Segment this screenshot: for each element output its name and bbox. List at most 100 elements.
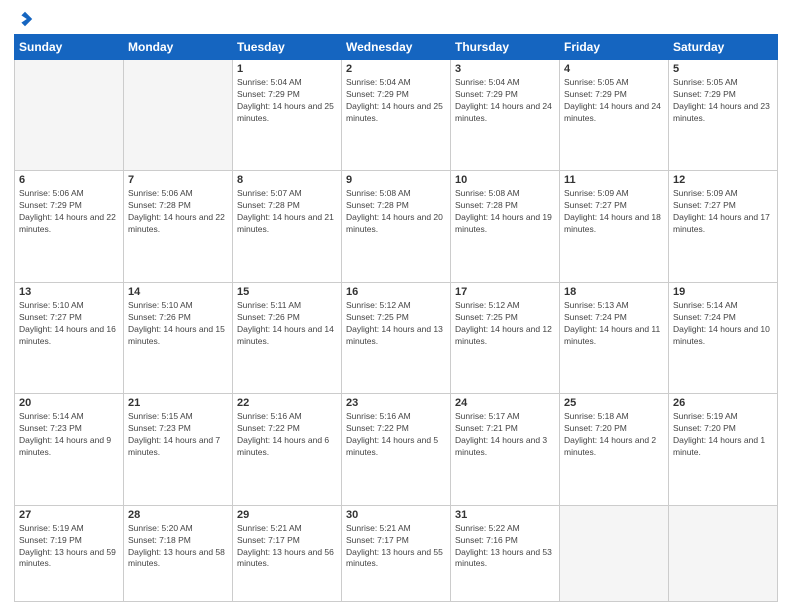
day-number: 25 xyxy=(564,397,664,409)
day-info: Sunrise: 5:22 AM Sunset: 7:16 PM Dayligh… xyxy=(455,523,555,571)
day-number: 24 xyxy=(455,397,555,409)
calendar-day: 4 Sunrise: 5:05 AM Sunset: 7:29 PM Daylig… xyxy=(560,60,669,171)
week-row: 13 Sunrise: 5:10 AM Sunset: 7:27 PM Dayli… xyxy=(15,282,778,393)
day-number: 29 xyxy=(237,509,337,521)
weekday-header: Saturday xyxy=(669,35,778,60)
calendar-day: 28Sunrise: 5:20 AM Sunset: 7:18 PM Dayli… xyxy=(124,505,233,601)
calendar-empty xyxy=(15,60,124,171)
day-number: 12 xyxy=(673,174,773,186)
day-number: 7 xyxy=(128,174,228,186)
calendar-day: 14 Sunrise: 5:10 AM Sunset: 7:26 PM Dayli… xyxy=(124,282,233,393)
day-number: 9 xyxy=(346,174,446,186)
day-info: Sunrise: 5:16 AM Sunset: 7:22 PM Dayligh… xyxy=(237,411,337,459)
day-number: 21 xyxy=(128,397,228,409)
day-info: Sunrise: 5:09 AM Sunset: 7:27 PM Dayligh… xyxy=(564,188,664,236)
calendar-day: 29Sunrise: 5:21 AM Sunset: 7:17 PM Dayli… xyxy=(233,505,342,601)
day-info: Sunrise: 5:06 AM Sunset: 7:28 PM Dayligh… xyxy=(128,188,228,236)
day-number: 10 xyxy=(455,174,555,186)
weekday-header: Friday xyxy=(560,35,669,60)
day-info: Sunrise: 5:08 AM Sunset: 7:28 PM Dayligh… xyxy=(455,188,555,236)
calendar-day: 27 Sunrise: 5:19 AM Sunset: 7:19 PM Dayli… xyxy=(15,505,124,601)
day-number: 19 xyxy=(673,286,773,298)
day-info: Sunrise: 5:17 AM Sunset: 7:21 PM Dayligh… xyxy=(455,411,555,459)
day-number: 17 xyxy=(455,286,555,298)
calendar-day: 9 Sunrise: 5:08 AM Sunset: 7:28 PM Daylig… xyxy=(342,171,451,282)
week-row: 27 Sunrise: 5:19 AM Sunset: 7:19 PM Dayli… xyxy=(15,505,778,601)
calendar-day: 21Sunrise: 5:15 AM Sunset: 7:23 PM Dayli… xyxy=(124,394,233,505)
calendar-day: 1Sunrise: 5:04 AM Sunset: 7:29 PM Daylig… xyxy=(233,60,342,171)
calendar-day: 10 Sunrise: 5:08 AM Sunset: 7:28 PM Dayli… xyxy=(451,171,560,282)
day-info: Sunrise: 5:05 AM Sunset: 7:29 PM Dayligh… xyxy=(673,77,773,125)
logo xyxy=(14,10,34,28)
calendar-day: 13 Sunrise: 5:10 AM Sunset: 7:27 PM Dayli… xyxy=(15,282,124,393)
calendar-day: 31 Sunrise: 5:22 AM Sunset: 7:16 PM Dayli… xyxy=(451,505,560,601)
week-row: 20Sunrise: 5:14 AM Sunset: 7:23 PM Dayli… xyxy=(15,394,778,505)
day-info: Sunrise: 5:11 AM Sunset: 7:26 PM Dayligh… xyxy=(237,300,337,348)
weekday-header: Thursday xyxy=(451,35,560,60)
calendar-day: 24 Sunrise: 5:17 AM Sunset: 7:21 PM Dayli… xyxy=(451,394,560,505)
day-number: 5 xyxy=(673,63,773,75)
calendar-day: 19 Sunrise: 5:14 AM Sunset: 7:24 PM Dayli… xyxy=(669,282,778,393)
day-number: 13 xyxy=(19,286,119,298)
calendar-day: 20Sunrise: 5:14 AM Sunset: 7:23 PM Dayli… xyxy=(15,394,124,505)
day-number: 6 xyxy=(19,174,119,186)
calendar-day: 30 Sunrise: 5:21 AM Sunset: 7:17 PM Dayli… xyxy=(342,505,451,601)
header xyxy=(14,10,778,28)
day-info: Sunrise: 5:10 AM Sunset: 7:26 PM Dayligh… xyxy=(128,300,228,348)
day-number: 2 xyxy=(346,63,446,75)
day-info: Sunrise: 5:16 AM Sunset: 7:22 PM Dayligh… xyxy=(346,411,446,459)
calendar-day: 26Sunrise: 5:19 AM Sunset: 7:20 PM Dayli… xyxy=(669,394,778,505)
calendar-day: 23Sunrise: 5:16 AM Sunset: 7:22 PM Dayli… xyxy=(342,394,451,505)
day-number: 11 xyxy=(564,174,664,186)
weekday-header: Sunday xyxy=(15,35,124,60)
week-row: 1 Sunrise: 5:04 AM Sunset: 7:29 PM Daylig… xyxy=(15,60,778,171)
day-info: Sunrise: 5:18 AM Sunset: 7:20 PM Dayligh… xyxy=(564,411,664,459)
calendar-day: 5 Sunrise: 5:05 AM Sunset: 7:29 PM Daylig… xyxy=(669,60,778,171)
page: SundayMondayTuesdayWednesdayThursdayFrid… xyxy=(0,0,792,612)
day-info: Sunrise: 5:05 AM Sunset: 7:29 PM Dayligh… xyxy=(564,77,664,125)
calendar-table: SundayMondayTuesdayWednesdayThursdayFrid… xyxy=(14,34,778,602)
day-info: Sunrise: 5:04 AM Sunset: 7:29 PM Dayligh… xyxy=(455,77,555,125)
day-number: 8 xyxy=(237,174,337,186)
day-info: Sunrise: 5:19 AM Sunset: 7:20 PM Dayligh… xyxy=(673,411,773,459)
day-number: 4 xyxy=(564,63,664,75)
day-number: 31 xyxy=(455,509,555,521)
calendar-empty xyxy=(124,60,233,171)
week-row: 6 Sunrise: 5:06 AM Sunset: 7:29 PM Daylig… xyxy=(15,171,778,282)
day-number: 3 xyxy=(455,63,555,75)
weekday-header: Wednesday xyxy=(342,35,451,60)
calendar-day: 25 Sunrise: 5:18 AM Sunset: 7:20 PM Dayli… xyxy=(560,394,669,505)
calendar-empty xyxy=(560,505,669,601)
day-number: 16 xyxy=(346,286,446,298)
day-info: Sunrise: 5:13 AM Sunset: 7:24 PM Dayligh… xyxy=(564,300,664,348)
day-number: 22 xyxy=(237,397,337,409)
calendar-day: 17 Sunrise: 5:12 AM Sunset: 7:25 PM Dayli… xyxy=(451,282,560,393)
day-info: Sunrise: 5:08 AM Sunset: 7:28 PM Dayligh… xyxy=(346,188,446,236)
day-info: Sunrise: 5:06 AM Sunset: 7:29 PM Dayligh… xyxy=(19,188,119,236)
day-info: Sunrise: 5:19 AM Sunset: 7:19 PM Dayligh… xyxy=(19,523,119,571)
calendar-day: 3 Sunrise: 5:04 AM Sunset: 7:29 PM Daylig… xyxy=(451,60,560,171)
day-number: 27 xyxy=(19,509,119,521)
calendar-day: 7 Sunrise: 5:06 AM Sunset: 7:28 PM Daylig… xyxy=(124,171,233,282)
calendar-day: 12 Sunrise: 5:09 AM Sunset: 7:27 PM Dayli… xyxy=(669,171,778,282)
day-info: Sunrise: 5:09 AM Sunset: 7:27 PM Dayligh… xyxy=(673,188,773,236)
day-number: 14 xyxy=(128,286,228,298)
calendar-day: 16Sunrise: 5:12 AM Sunset: 7:25 PM Dayli… xyxy=(342,282,451,393)
calendar-empty xyxy=(669,505,778,601)
calendar-day: 2Sunrise: 5:04 AM Sunset: 7:29 PM Daylig… xyxy=(342,60,451,171)
calendar-day: 8Sunrise: 5:07 AM Sunset: 7:28 PM Daylig… xyxy=(233,171,342,282)
day-info: Sunrise: 5:10 AM Sunset: 7:27 PM Dayligh… xyxy=(19,300,119,348)
day-number: 18 xyxy=(564,286,664,298)
day-number: 1 xyxy=(237,63,337,75)
calendar-day: 22 Sunrise: 5:16 AM Sunset: 7:22 PM Dayli… xyxy=(233,394,342,505)
day-info: Sunrise: 5:14 AM Sunset: 7:23 PM Dayligh… xyxy=(19,411,119,459)
weekday-header: Monday xyxy=(124,35,233,60)
day-info: Sunrise: 5:12 AM Sunset: 7:25 PM Dayligh… xyxy=(455,300,555,348)
weekday-header: Tuesday xyxy=(233,35,342,60)
calendar-day: 18 Sunrise: 5:13 AM Sunset: 7:24 PM Dayli… xyxy=(560,282,669,393)
day-info: Sunrise: 5:14 AM Sunset: 7:24 PM Dayligh… xyxy=(673,300,773,348)
calendar-day: 15Sunrise: 5:11 AM Sunset: 7:26 PM Dayli… xyxy=(233,282,342,393)
day-info: Sunrise: 5:21 AM Sunset: 7:17 PM Dayligh… xyxy=(346,523,446,571)
day-number: 28 xyxy=(128,509,228,521)
day-number: 30 xyxy=(346,509,446,521)
